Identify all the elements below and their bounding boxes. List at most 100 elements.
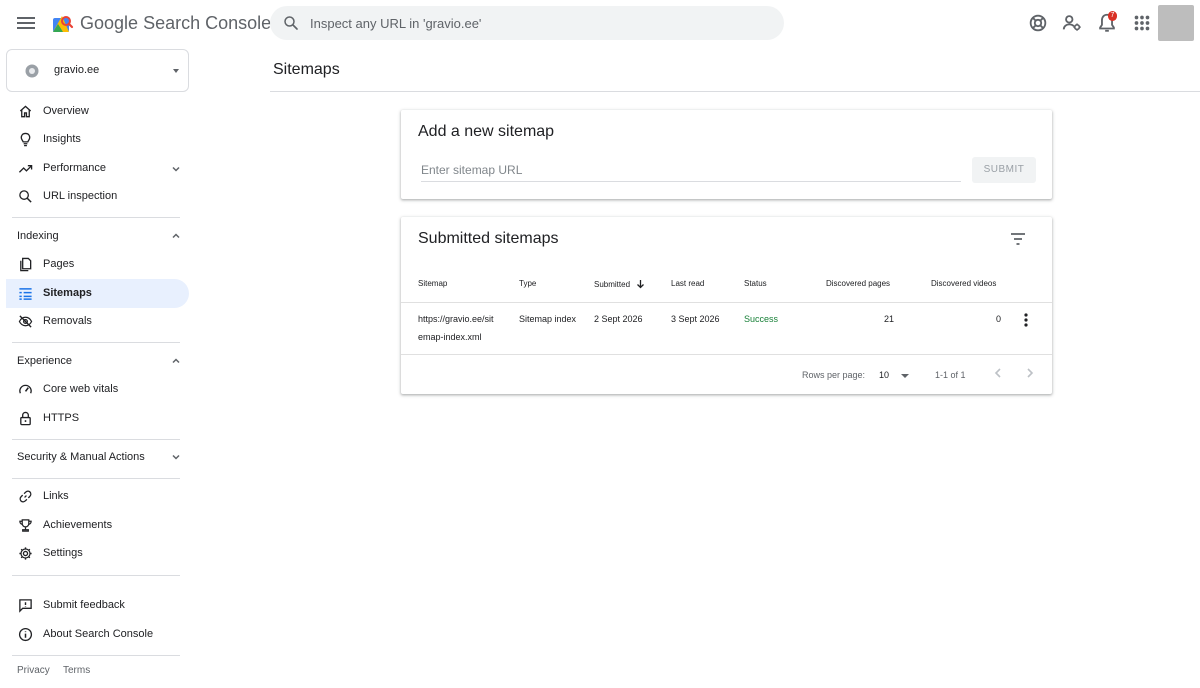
sidebar-item-performance[interactable]: Performance (6, 154, 189, 183)
lock-icon (18, 411, 33, 426)
column-header-type[interactable]: Type (519, 279, 536, 288)
search-input[interactable] (310, 6, 770, 40)
privacy-link[interactable]: Privacy (17, 665, 50, 676)
section-header-indexing[interactable]: Indexing (6, 223, 189, 249)
link-icon (18, 489, 33, 504)
sidebar-item-overview[interactable]: Overview (6, 97, 189, 126)
cell-sitemap-url-cont: emap-index.xml (418, 332, 482, 342)
section-header-security[interactable]: Security & Manual Actions (6, 444, 189, 470)
manage-users-icon[interactable] (1061, 12, 1083, 34)
notification-count-badge: 7 (1108, 11, 1117, 21)
app-brand: Google Search Console (80, 13, 271, 34)
top-app-bar: Google Search Console 7 (0, 0, 1200, 46)
sort-descending-icon (636, 279, 645, 289)
brand-product: Search Console (143, 13, 272, 33)
speed-icon (18, 382, 33, 397)
section-label: Indexing (17, 230, 59, 242)
column-header-label: Submitted (594, 280, 631, 289)
sidebar-item-label: Links (43, 490, 69, 502)
chevron-down-icon (170, 451, 182, 463)
more-options-icon[interactable] (1018, 312, 1034, 328)
url-inspection-search[interactable] (270, 6, 784, 40)
column-header-status[interactable]: Status (744, 279, 767, 288)
column-header-discovered-videos[interactable]: Discovered videos (931, 279, 996, 288)
sidebar-item-settings[interactable]: Settings (6, 539, 189, 568)
chevron-down-icon (901, 374, 909, 378)
sidebar-item-label: HTTPS (43, 412, 80, 424)
sidebar-item-label: Submit feedback (43, 599, 125, 611)
terms-link[interactable]: Terms (63, 665, 90, 676)
feedback-icon (18, 598, 33, 613)
sidebar-divider (12, 217, 180, 218)
sidebar-divider (12, 575, 180, 576)
trophy-icon (18, 518, 33, 533)
sidebar-item-pages[interactable]: Pages (6, 250, 189, 279)
pagination-range: 1-1 of 1 (935, 370, 966, 380)
filter-icon[interactable] (1008, 229, 1028, 249)
sidebar-item-removals[interactable]: Removals (6, 307, 189, 336)
page-title: Sitemaps (273, 61, 340, 78)
apps-grid-icon[interactable] (1131, 12, 1153, 34)
submitted-sitemaps-card: Submitted sitemaps Sitemap Type Submitte… (401, 217, 1052, 394)
sidebar-divider (12, 342, 180, 343)
sidebar-item-label: URL inspection (43, 190, 118, 202)
sidebar-divider (12, 439, 180, 440)
property-name: gravio.ee (54, 64, 100, 76)
section-header-experience[interactable]: Experience (6, 348, 189, 374)
column-header-last-read[interactable]: Last read (671, 279, 704, 288)
section-label: Experience (17, 355, 73, 367)
sidebar-item-submit-feedback[interactable]: Submit feedback (6, 591, 189, 620)
property-selector[interactable]: gravio.ee (6, 49, 189, 92)
sidebar-item-core-web-vitals[interactable]: Core web vitals (6, 375, 189, 404)
search-icon (282, 14, 300, 32)
sidebar-item-achievements[interactable]: Achievements (6, 511, 189, 540)
home-icon (18, 104, 33, 119)
brand-google: Google (80, 13, 139, 33)
help-icon[interactable] (1027, 12, 1049, 34)
cell-status: Success (744, 314, 779, 324)
info-icon (18, 627, 33, 642)
trending-up-icon (18, 161, 33, 176)
rows-per-page-value: 10 (879, 370, 890, 380)
table-divider (401, 354, 1052, 355)
sitemap-url-input[interactable] (421, 158, 961, 182)
column-header-discovered-pages[interactable]: Discovered pages (826, 279, 890, 288)
column-header-sitemap[interactable]: Sitemap (418, 279, 447, 288)
title-divider (270, 91, 1200, 92)
rows-per-page-label: Rows per page: (802, 370, 866, 380)
previous-page-icon[interactable] (990, 365, 1006, 381)
sidebar-item-label: About Search Console (43, 628, 154, 640)
chevron-down-icon (170, 163, 182, 175)
sidebar-item-sitemaps[interactable]: Sitemaps (6, 279, 189, 308)
sidebar-item-label: Sitemaps (43, 287, 92, 299)
card-title: Add a new sitemap (418, 123, 555, 140)
main-menu-icon[interactable] (14, 11, 38, 35)
chevron-up-icon (170, 355, 182, 367)
cell-submitted: 2 Sept 2026 (594, 314, 643, 324)
section-label: Security & Manual Actions (17, 451, 145, 463)
gear-icon (18, 546, 33, 561)
column-header-submitted[interactable]: Submitted (594, 279, 645, 289)
add-sitemap-card: Add a new sitemap SUBMIT (401, 110, 1052, 199)
cell-discovered-videos: 0 (995, 314, 1001, 324)
pages-icon (18, 257, 33, 272)
sidebar-item-label: Removals (43, 315, 92, 327)
cell-discovered-pages: 21 (883, 314, 894, 324)
cell-sitemap-url: https://gravio.ee/sit (418, 314, 494, 324)
sidebar-item-links[interactable]: Links (6, 482, 189, 511)
submit-button[interactable]: SUBMIT (972, 157, 1036, 183)
sidebar-item-label: Insights (43, 133, 81, 145)
sidebar-item-insights[interactable]: Insights (6, 125, 189, 154)
sidebar-item-label: Pages (43, 258, 75, 270)
next-page-icon[interactable] (1022, 365, 1038, 381)
rows-per-page-select[interactable]: 10 (879, 368, 913, 382)
table-divider (401, 302, 1052, 303)
sidebar-divider (12, 655, 180, 656)
sidebar-item-https[interactable]: HTTPS (6, 404, 189, 433)
chevron-down-icon (173, 69, 179, 73)
sidebar-divider (12, 478, 180, 479)
sidebar-item-about[interactable]: About Search Console (6, 620, 189, 649)
account-avatar[interactable] (1158, 5, 1194, 41)
lightbulb-icon (18, 132, 33, 147)
sidebar-item-url-inspection[interactable]: URL inspection (6, 182, 189, 211)
